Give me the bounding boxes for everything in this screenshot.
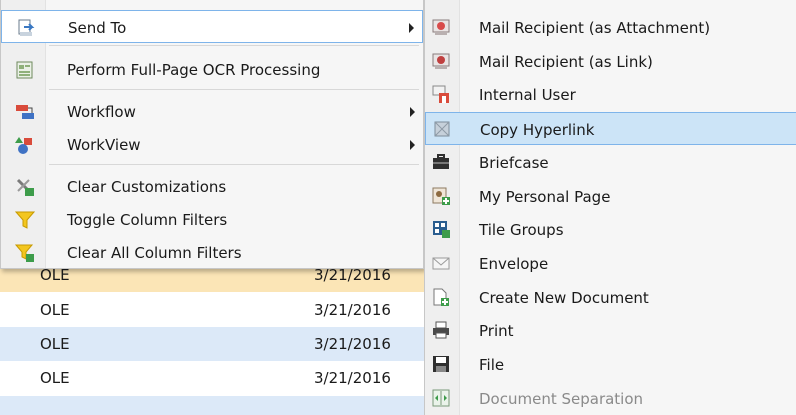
- menu-item-clear-all-column-filters[interactable]: Clear All Column Filters: [1, 236, 423, 269]
- file-save-icon: [431, 354, 451, 374]
- submenu-arrow-icon: [409, 23, 414, 33]
- table-row[interactable]: OLE 3/21/2016: [0, 293, 424, 327]
- menu-separator: [49, 45, 419, 46]
- menu-item-clear-customizations[interactable]: Clear Customizations: [1, 170, 423, 203]
- menu-item-workflow[interactable]: Workflow: [1, 95, 423, 128]
- submenu-item-mail-attachment[interactable]: Mail Recipient (as Attachment): [425, 11, 796, 44]
- print-icon: [431, 320, 451, 340]
- menu-item-label: Send To: [68, 19, 127, 37]
- table-cell-type: OLE: [40, 369, 70, 387]
- document-separation-icon: [431, 388, 451, 408]
- context-menu: Send To Perform Full-Page OCR Processing…: [0, 0, 424, 269]
- submenu-item-copy-hyperlink[interactable]: Copy Hyperlink: [425, 112, 796, 145]
- tile-groups-icon: [431, 219, 451, 239]
- new-document-icon: [431, 287, 451, 307]
- send-to-submenu: Mail Recipient (as Attachment) Mail Reci…: [424, 0, 796, 415]
- submenu-item-label: My Personal Page: [479, 188, 611, 206]
- submenu-item-file[interactable]: File: [425, 348, 796, 381]
- table-cell-type: OLE: [40, 335, 70, 353]
- menu-item-workview[interactable]: WorkView: [1, 128, 423, 161]
- workview-icon: [15, 135, 35, 155]
- menu-item-label: Workflow: [67, 103, 136, 121]
- submenu-arrow-icon: [410, 140, 415, 150]
- submenu-item-document-separation[interactable]: Document Separation: [425, 382, 796, 415]
- submenu-item-envelope[interactable]: Envelope: [425, 247, 796, 280]
- hyperlink-icon: [432, 119, 452, 139]
- briefcase-icon: [431, 152, 451, 172]
- menu-item-toggle-column-filters[interactable]: Toggle Column Filters: [1, 203, 423, 236]
- submenu-item-label: Print: [479, 322, 514, 340]
- submenu-item-briefcase[interactable]: Briefcase: [425, 146, 796, 179]
- table-cell-date: 3/21/2016: [314, 301, 391, 319]
- ocr-icon: [15, 60, 35, 80]
- mail-attachment-icon: [431, 17, 451, 37]
- menu-item-ocr[interactable]: Perform Full-Page OCR Processing: [1, 53, 423, 86]
- clear-customizations-icon: [15, 177, 35, 197]
- submenu-item-label: Copy Hyperlink: [480, 121, 595, 139]
- submenu-arrow-icon: [410, 107, 415, 117]
- submenu-item-label: Internal User: [479, 86, 576, 104]
- menu-separator: [49, 89, 419, 90]
- submenu-item-label: Mail Recipient (as Attachment): [479, 19, 711, 37]
- menu-item-label: Perform Full-Page OCR Processing: [67, 61, 321, 79]
- menu-item-label: Clear Customizations: [67, 178, 227, 196]
- submenu-item-label: Create New Document: [479, 289, 649, 307]
- menu-separator: [49, 164, 419, 165]
- submenu-item-print[interactable]: Print: [425, 314, 796, 347]
- submenu-item-mail-link[interactable]: Mail Recipient (as Link): [425, 45, 796, 78]
- envelope-icon: [431, 253, 451, 273]
- table-row[interactable]: OLE 3/21/2016: [0, 361, 424, 395]
- menu-item-label: Clear All Column Filters: [67, 244, 242, 262]
- submenu-item-tile-groups[interactable]: Tile Groups: [425, 213, 796, 246]
- submenu-item-create-new-document[interactable]: Create New Document: [425, 281, 796, 314]
- filter-icon: [14, 210, 36, 230]
- internal-user-icon: [431, 84, 451, 104]
- submenu-item-label: File: [479, 356, 505, 374]
- table-cell-date: 3/21/2016: [314, 335, 391, 353]
- submenu-item-label: Envelope: [479, 255, 549, 273]
- submenu-item-label: Tile Groups: [479, 221, 564, 239]
- menu-item-label: WorkView: [67, 136, 141, 154]
- clear-filter-icon: [14, 243, 35, 263]
- table-cell-type: OLE: [40, 301, 70, 319]
- personal-page-icon: [431, 186, 451, 206]
- submenu-item-label: Document Separation: [479, 390, 644, 408]
- menu-item-send-to[interactable]: Send To: [1, 10, 423, 43]
- submenu-item-label: Briefcase: [479, 154, 549, 172]
- table-row[interactable]: OLE 3/21/2016: [0, 327, 424, 361]
- menu-item-label: Toggle Column Filters: [67, 211, 228, 229]
- send-to-icon: [16, 18, 36, 38]
- submenu-item-my-personal-page[interactable]: My Personal Page: [425, 180, 796, 213]
- submenu-item-label: Mail Recipient (as Link): [479, 53, 653, 71]
- submenu-item-internal-user[interactable]: Internal User: [425, 78, 796, 111]
- workflow-icon: [15, 102, 35, 122]
- table-cell-date: 3/21/2016: [314, 369, 391, 387]
- mail-link-icon: [431, 51, 451, 71]
- table-row: [0, 396, 424, 415]
